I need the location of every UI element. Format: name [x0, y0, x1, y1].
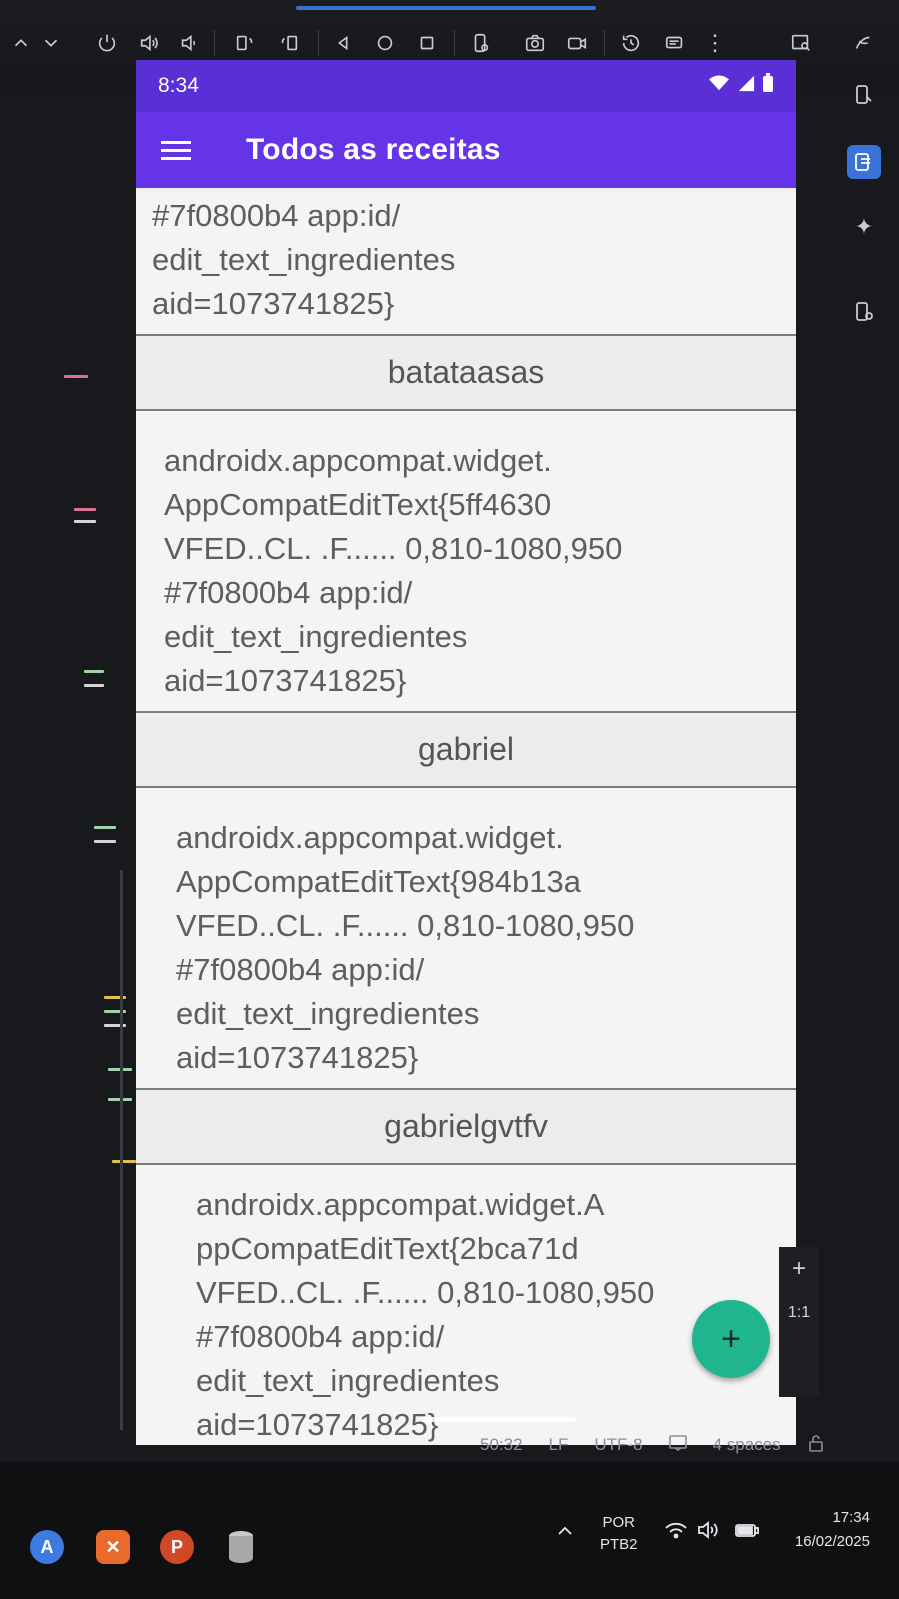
- page-title: Todos as receitas: [246, 133, 501, 166]
- tray-chevron-up-icon[interactable]: [556, 1524, 574, 1542]
- history-icon[interactable]: [616, 28, 646, 58]
- add-recipe-button[interactable]: +: [692, 1300, 770, 1378]
- zoom-in-button[interactable]: +: [779, 1247, 819, 1291]
- device-manager-icon[interactable]: [847, 78, 881, 112]
- recipe-description: #7f0800b4 app:id/ edit_text_ingredientes…: [136, 192, 796, 334]
- volume-down-icon[interactable]: [174, 28, 204, 58]
- zoom-controls: + 1:1: [779, 1247, 819, 1397]
- indent-setting[interactable]: 4 spaces: [713, 1435, 781, 1455]
- window-search-icon[interactable]: [786, 28, 816, 58]
- file-encoding[interactable]: UTF-8: [594, 1435, 642, 1455]
- recipe-name: gabrielgvtfv: [136, 1090, 796, 1163]
- list-item[interactable]: gabriel: [136, 711, 796, 786]
- volume-up-icon[interactable]: [134, 28, 164, 58]
- keyboard-icon[interactable]: [660, 28, 690, 58]
- list-item[interactable]: androidx.appcompat.widget. AppCompatEdit…: [136, 786, 796, 1088]
- hamburger-menu-icon[interactable]: [136, 136, 216, 165]
- line-ending[interactable]: LF: [549, 1435, 569, 1455]
- wifi-tray-icon[interactable]: [664, 1520, 688, 1544]
- list-item[interactable]: #7f0800b4 app:id/ edit_text_ingredientes…: [136, 188, 796, 334]
- more-vert-icon[interactable]: ⋮: [700, 28, 730, 58]
- toolbar-accent: [296, 6, 596, 10]
- list-item[interactable]: gabrielgvtfv: [136, 1088, 796, 1163]
- right-tool-strip: ✦: [829, 0, 899, 1460]
- recipe-description: androidx.appcompat.widget. AppCompatEdit…: [136, 788, 796, 1088]
- device-explorer-icon[interactable]: [847, 295, 881, 329]
- zoom-ratio-button[interactable]: 1:1: [779, 1291, 819, 1335]
- recipe-list[interactable]: #7f0800b4 app:id/ edit_text_ingredientes…: [136, 188, 796, 1445]
- recipe-description: androidx.appcompat.widget.A ppCompatEdit…: [136, 1165, 796, 1445]
- readonly-toggle-icon[interactable]: [668, 1434, 687, 1456]
- power-icon[interactable]: [92, 28, 122, 58]
- list-item[interactable]: androidx.appcompat.widget.A ppCompatEdit…: [136, 1163, 796, 1445]
- signal-icon: [736, 74, 756, 98]
- recipe-description: androidx.appcompat.widget. AppCompatEdit…: [136, 411, 796, 711]
- plus-icon: +: [721, 1319, 741, 1358]
- emulator-screen[interactable]: 8:34 Todos as receitas #7f0800b4 app:id/…: [136, 60, 796, 1445]
- running-devices-icon[interactable]: [847, 145, 881, 179]
- ide-status-bar: 50:32 LF UTF-8 4 spaces: [480, 1428, 825, 1462]
- device-settings-icon[interactable]: [466, 28, 496, 58]
- powerpoint-icon[interactable]: P: [160, 1530, 194, 1564]
- rotate-left-icon[interactable]: [230, 28, 260, 58]
- gesture-nav-bar[interactable]: [421, 1417, 576, 1422]
- rotate-right-icon[interactable]: [274, 28, 304, 58]
- system-clock[interactable]: 17:34 16/02/2025: [778, 1506, 870, 1554]
- volume-tray-icon[interactable]: [696, 1520, 722, 1544]
- input-language[interactable]: POR PTB2: [600, 1512, 638, 1556]
- home-icon[interactable]: [370, 28, 400, 58]
- android-studio-icon[interactable]: A: [30, 1530, 64, 1564]
- battery-icon: [762, 73, 774, 99]
- caret-position[interactable]: 50:32: [480, 1435, 523, 1455]
- database-icon[interactable]: [224, 1530, 258, 1564]
- wifi-icon: [708, 74, 730, 98]
- device-time: 8:34: [158, 74, 199, 97]
- record-video-icon[interactable]: [562, 28, 592, 58]
- camera-icon[interactable]: [520, 28, 550, 58]
- back-icon[interactable]: [328, 28, 358, 58]
- chevron-up-icon[interactable]: [6, 28, 36, 58]
- battery-tray-icon[interactable]: [734, 1520, 760, 1544]
- list-item[interactable]: batataasas: [136, 334, 796, 409]
- recipe-name: gabriel: [136, 713, 796, 786]
- chevron-down-icon[interactable]: [36, 28, 66, 58]
- xampp-icon[interactable]: ✕: [96, 1530, 130, 1564]
- windows-taskbar: [0, 1462, 899, 1599]
- device-status-bar: 8:34: [136, 60, 796, 112]
- list-item[interactable]: androidx.appcompat.widget. AppCompatEdit…: [136, 409, 796, 711]
- app-bar: Todos as receitas: [136, 112, 796, 188]
- sparkle-icon[interactable]: ✦: [847, 210, 881, 244]
- lock-icon[interactable]: [807, 1434, 825, 1457]
- recipe-name: batataasas: [136, 336, 796, 409]
- overview-icon[interactable]: [412, 28, 442, 58]
